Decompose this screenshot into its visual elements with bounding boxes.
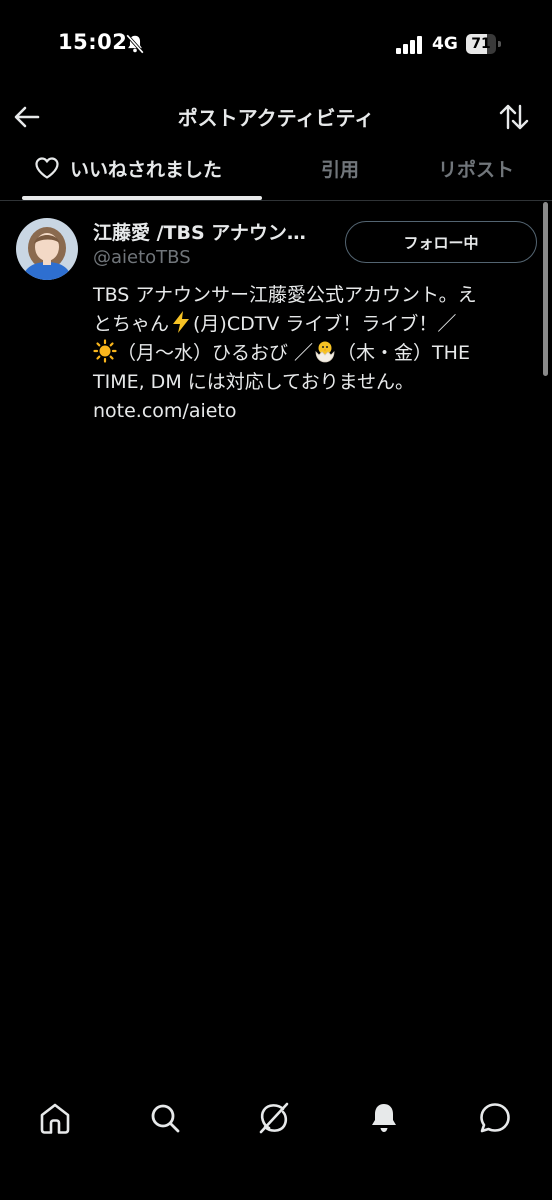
status-bar: 15:02 4G 71	[0, 0, 552, 92]
messages-icon[interactable]	[475, 1098, 515, 1138]
signal-icon	[396, 36, 422, 54]
bio-text: （月〜水）ひるおび ／	[117, 342, 314, 364]
avatar[interactable]	[16, 218, 78, 280]
following-button[interactable]: フォロー中	[345, 221, 537, 263]
home-icon[interactable]	[35, 1098, 75, 1138]
tab-label: いいねされました	[70, 159, 223, 181]
bio-link[interactable]: note.com/aieto	[93, 397, 513, 426]
tab-quotes[interactable]: 引用	[292, 142, 388, 200]
tab-label: 引用	[320, 159, 359, 181]
bottom-nav	[0, 1080, 552, 1160]
network-type: 4G	[432, 34, 458, 54]
tab-likes[interactable]: いいねされました	[22, 142, 262, 200]
user-bio: TBS アナウンサー江藤愛公式アカウント。え とちゃん (月)CDTV ライブ！ラ…	[93, 281, 513, 426]
notifications-icon[interactable]	[364, 1098, 404, 1138]
bio-line: TIME, DM には対応しておりません。	[93, 371, 415, 393]
activity-tabs: いいねされました 引用 リポスト	[0, 142, 552, 201]
grok-icon[interactable]	[254, 1098, 294, 1138]
page-title: ポストアクティビティ	[177, 106, 375, 130]
status-time: 15:02	[58, 30, 128, 54]
scrollbar[interactable]	[543, 202, 548, 376]
bio-text: とちゃん	[93, 313, 170, 335]
battery-percentage: 71	[471, 36, 491, 52]
battery-icon: 71	[466, 34, 502, 54]
header: ポストアクティビティ	[0, 92, 552, 142]
heart-icon	[35, 157, 59, 179]
display-name[interactable]: 江藤愛 /TBS アナウン…	[93, 218, 338, 245]
bio-text: (月)CDTV ライブ！ライブ！／	[193, 313, 457, 335]
bio-line: （月〜水）ひるおび ／ （木・金）THE	[93, 339, 513, 368]
tab-reposts[interactable]: リポスト	[420, 142, 532, 200]
bio-line: とちゃん (月)CDTV ライブ！ライブ！／	[93, 310, 513, 339]
sort-arrows-icon[interactable]	[498, 101, 530, 133]
bio-text: （木・金）THE	[337, 342, 470, 364]
search-icon[interactable]	[145, 1098, 185, 1138]
user-cell[interactable]: 江藤愛 /TBS アナウン… @aietoTBS フォロー中 TBS アナウンサ…	[0, 201, 552, 441]
high-voltage-emoji	[173, 311, 190, 333]
sun-emoji	[93, 339, 117, 363]
tab-label: リポスト	[437, 159, 514, 181]
user-handle: @aietoTBS	[93, 247, 191, 268]
hatching-chick-emoji	[315, 341, 335, 363]
bio-line: TBS アナウンサー江藤愛公式アカウント。え	[93, 284, 477, 306]
bell-slash-icon	[126, 34, 144, 54]
active-tab-indicator	[22, 196, 262, 200]
